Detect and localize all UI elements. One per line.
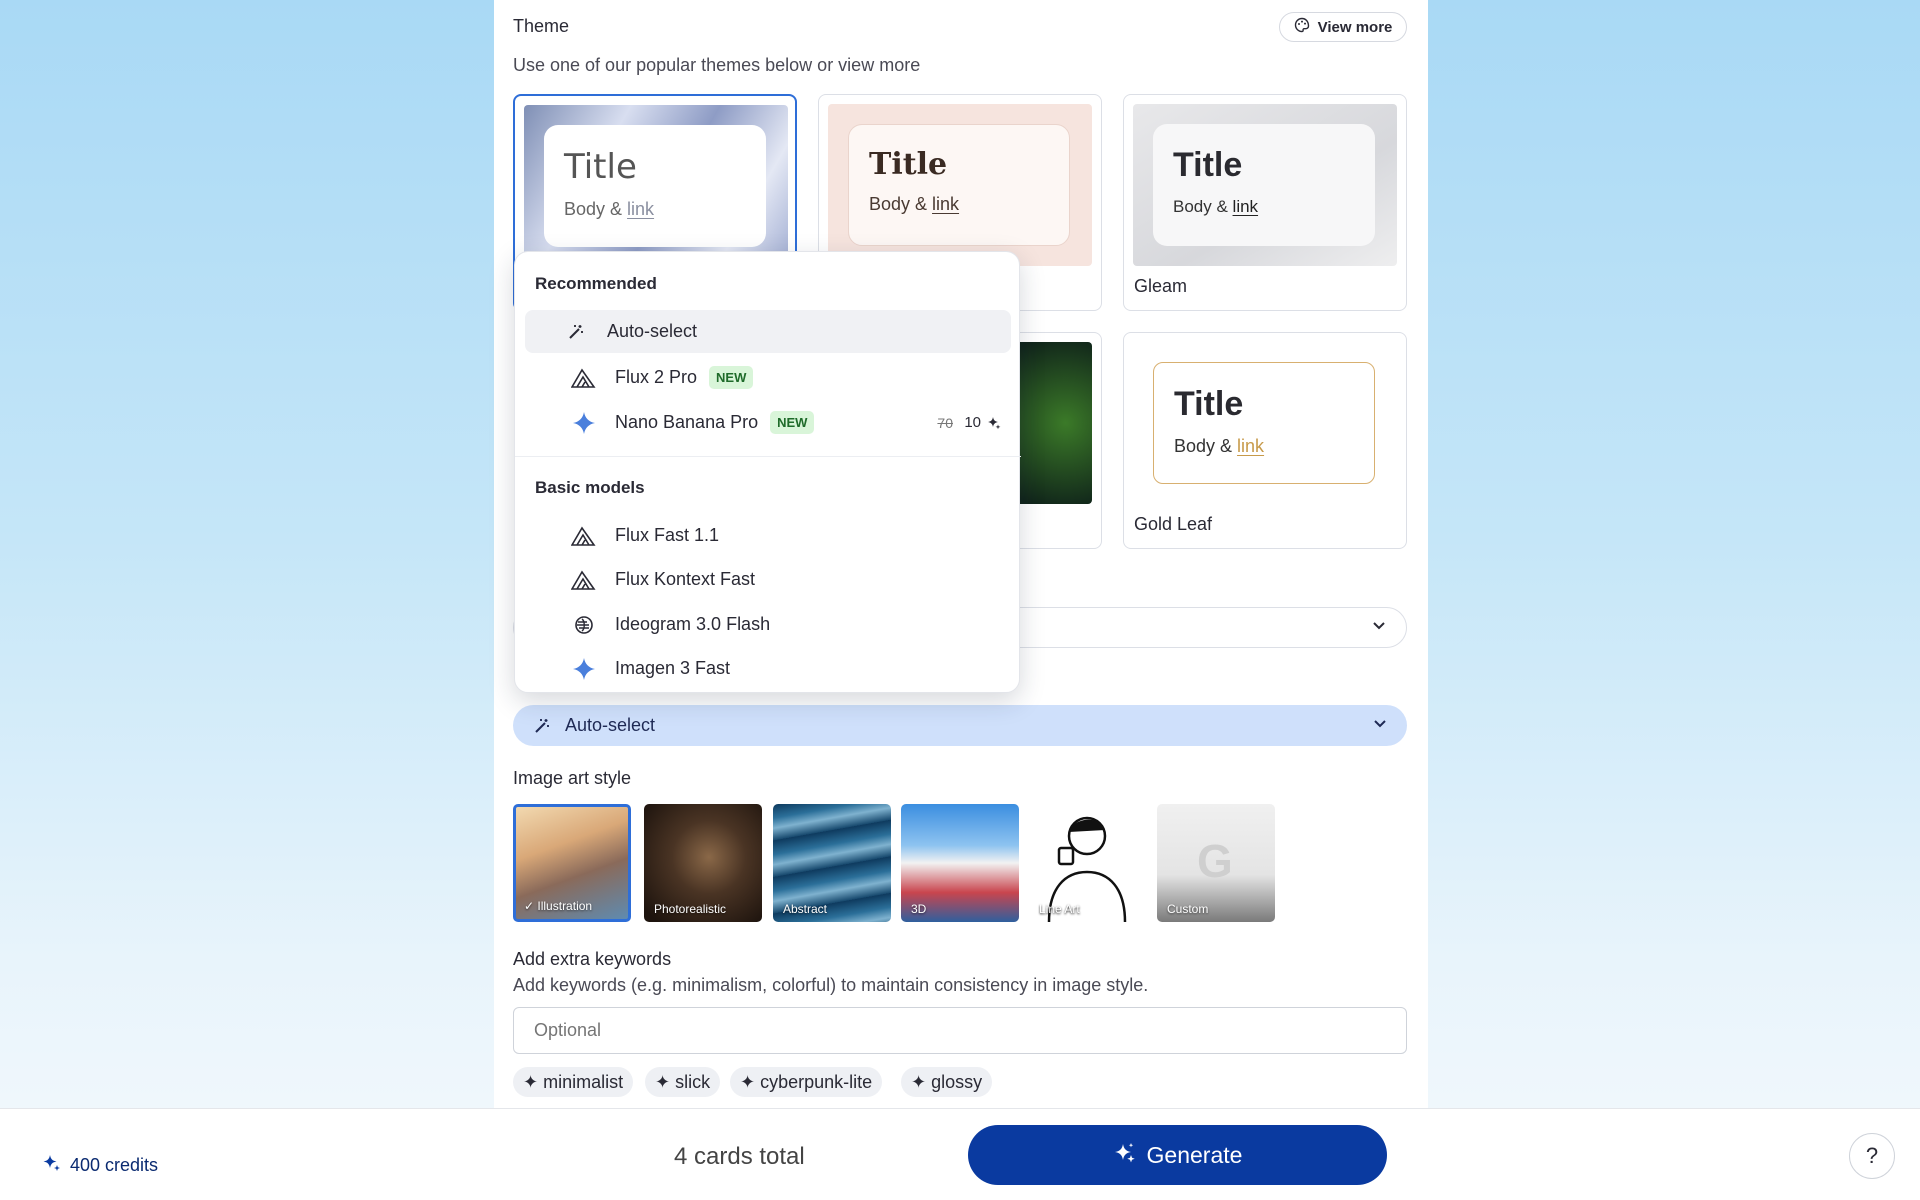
art-style-line-art[interactable]: Line Art [1029, 804, 1147, 922]
old-price: 70 [937, 414, 953, 431]
model-option-flux-2-pro[interactable]: Flux 2 Pro NEW [525, 356, 1011, 399]
flux-triangle-icon [569, 565, 599, 595]
price: 10 [964, 414, 981, 431]
theme-preview-3: Title Body & link [1133, 104, 1397, 266]
theme-title: Theme [513, 16, 570, 36]
theme-preview-4: Title Body & link [1133, 342, 1397, 504]
theme-preview-2: Title Body & link [828, 104, 1092, 266]
model-option-flux-kontext-fast[interactable]: Flux Kontext Fast [525, 558, 1011, 601]
view-more-button[interactable]: View more [1279, 12, 1407, 42]
model-option-imagen-3-fast[interactable]: Imagen 3 Fast [525, 647, 1011, 690]
keywords-title: Add extra keywords [513, 949, 672, 969]
magic-wand-icon [533, 717, 551, 735]
art-style-abstract[interactable]: Abstract [773, 804, 891, 922]
flux-triangle-icon [569, 363, 599, 393]
theme-preview-1: Title Body & link [524, 105, 788, 267]
new-badge: NEW [709, 366, 754, 389]
model-dropdown: Recommended Auto-select Flux 2 Pro NEW N… [514, 251, 1021, 693]
theme-name-gleam: Gleam [1134, 276, 1188, 296]
footer-bar: 400 credits 4 cards total Generate ? [0, 1108, 1920, 1200]
theme-link: link [1237, 436, 1265, 456]
gemini-sparkle-icon [569, 408, 599, 438]
model-option-label: Ideogram 3.0 Flash [615, 614, 771, 634]
help-icon: ? [1865, 1143, 1879, 1168]
model-option-nano-banana-pro[interactable]: Nano Banana Pro NEW 70 10 [525, 401, 1011, 444]
generate-button[interactable]: Generate [968, 1125, 1387, 1185]
new-badge: NEW [770, 411, 815, 434]
theme-card-title: Title [564, 147, 637, 187]
credits-label: 400 credits [70, 1155, 159, 1175]
keyword-chip-glossy[interactable]: ✦ glossy [901, 1067, 993, 1097]
sparkle-icon: ✦ [655, 1071, 671, 1092]
chevron-down-icon [1371, 714, 1389, 737]
sparkle-icon: ✦ [523, 1071, 539, 1092]
magic-wand-icon [561, 317, 591, 347]
keyword-chip-minimalist[interactable]: ✦ minimalist [513, 1067, 634, 1097]
model-option-flux-fast[interactable]: Flux Fast 1.1 [525, 514, 1011, 557]
credits-sparkle-icon [42, 1153, 62, 1178]
art-style-title: Image art style [513, 768, 632, 788]
model-option-ideogram[interactable]: Ideogram 3.0 Flash [525, 603, 1011, 646]
theme-card-title: Title [869, 147, 948, 182]
palette-icon [1294, 17, 1310, 37]
theme-card-title: Title [1174, 385, 1244, 423]
sparkle-icon: ✦ [740, 1071, 756, 1092]
image-model-value: Auto-select [565, 715, 656, 735]
generate-label: Generate [1146, 1141, 1243, 1168]
dropdown-divider [515, 456, 1021, 457]
view-more-label: View more [1317, 18, 1393, 36]
flux-triangle-icon [569, 521, 599, 551]
chevron-down-icon [1370, 616, 1388, 639]
art-style-custom[interactable]: G Custom [1157, 804, 1275, 922]
model-option-auto-select[interactable]: Auto-select [525, 310, 1011, 353]
art-style-photorealistic[interactable]: Photorealistic [644, 804, 762, 922]
theme-link: link [1232, 197, 1259, 216]
help-button[interactable]: ? [1849, 1133, 1895, 1179]
keyword-chip-cyberpunk-lite[interactable]: ✦ cyberpunk-lite [730, 1067, 883, 1097]
theme-card-4[interactable]: Title Body & link Gold Leaf [1123, 332, 1407, 549]
custom-style-icon: G [1197, 835, 1233, 887]
model-option-label: Flux Kontext Fast [615, 569, 756, 589]
theme-card-3[interactable]: Title Body & link Gleam [1123, 94, 1407, 311]
theme-link: link [932, 194, 960, 214]
theme-name-gold-leaf: Gold Leaf [1134, 514, 1213, 534]
keywords-input[interactable] [513, 1007, 1407, 1054]
model-option-label: Flux 2 Pro [615, 367, 698, 387]
gemini-sparkle-icon [569, 654, 599, 684]
recommended-heading: Recommended [535, 274, 657, 293]
check-icon: ✓ [524, 899, 538, 913]
sparkle-icon: ✦ [911, 1071, 927, 1092]
model-option-label: Imagen 3 Fast [615, 658, 731, 678]
sparkle-icon [1113, 1141, 1137, 1170]
cards-total: 4 cards total [674, 1143, 805, 1170]
theme-link: link [627, 199, 655, 219]
theme-card-title: Title [1173, 146, 1243, 184]
model-option-label: Nano Banana Pro [615, 412, 759, 432]
model-option-label: Auto-select [607, 321, 698, 341]
art-style-3d[interactable]: 3D [901, 804, 1019, 922]
ideogram-icon [569, 610, 599, 640]
keyword-chip-slick[interactable]: ✦ slick [645, 1067, 721, 1097]
image-model-select[interactable]: Auto-select [513, 705, 1407, 746]
keywords-subtitle: Add keywords (e.g. minimalism, colorful)… [513, 975, 1149, 995]
basic-models-heading: Basic models [535, 478, 645, 497]
model-option-label: Flux Fast 1.1 [615, 525, 720, 545]
theme-subtitle: Use one of our popular themes below or v… [513, 55, 921, 75]
credits-indicator[interactable]: 400 credits [42, 1153, 158, 1178]
credits-sparkle-icon [987, 416, 1001, 430]
art-style-illustration[interactable]: ✓ Illustration [513, 804, 631, 922]
